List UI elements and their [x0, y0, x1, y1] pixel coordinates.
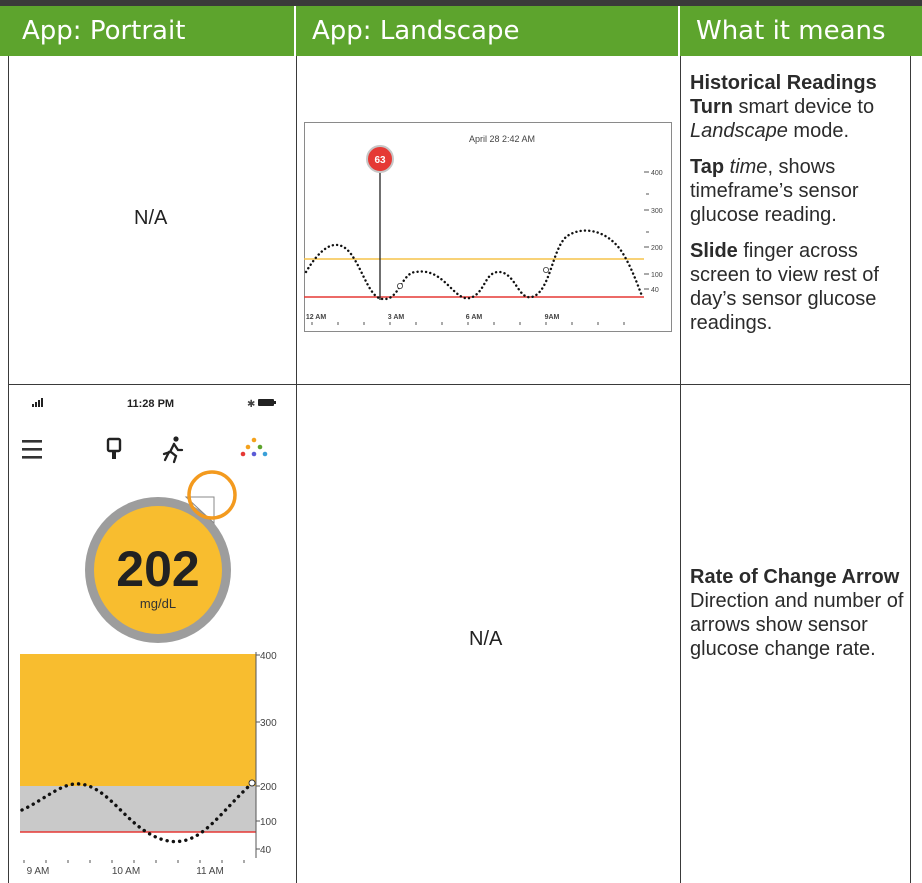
column-border	[680, 56, 681, 883]
y-tick-label: 400	[260, 651, 277, 662]
historical-readings-title: Historical Readings	[690, 72, 877, 94]
chart-date-label: April 28 2:42 AM	[469, 134, 535, 144]
activity-icon[interactable]	[162, 436, 184, 464]
x-tick-label: 11 AM	[196, 866, 224, 877]
header-meaning: What it means	[680, 6, 922, 56]
row-border	[8, 384, 911, 385]
portrait-phone-screen: 11:28 PM ✱ 202 mg/dL 40030020010040 9 AM…	[20, 398, 277, 877]
landscape-na-label: N/A	[469, 628, 503, 650]
y-tick-label: 300	[260, 718, 277, 729]
landscape-keyword: Landscape	[690, 120, 788, 142]
trace-point	[248, 779, 256, 787]
header-landscape: App: Landscape	[296, 6, 678, 56]
status-time: 11:28 PM	[127, 398, 174, 410]
header-portrait: App: Portrait	[0, 6, 294, 56]
turn-keyword: Turn	[690, 96, 733, 118]
turn-text-end: mode.	[787, 120, 850, 142]
column-border	[8, 56, 9, 883]
rate-of-change-description: Rate of Change Arrow Direction and numbe…	[690, 565, 905, 661]
y-tick-label: 300	[651, 208, 663, 215]
svg-text:✱: ✱	[247, 399, 255, 410]
column-border	[296, 56, 297, 883]
chart-frame	[304, 122, 672, 332]
y-tick-label: 200	[651, 245, 663, 252]
glucose-value: 202	[116, 541, 199, 597]
x-tick-label: 12 AM	[306, 314, 327, 321]
rate-of-change-text: Direction and number of arrows show sens…	[690, 590, 904, 660]
y-tick-label: 400	[651, 170, 663, 177]
slide-keyword: Slide	[690, 240, 738, 262]
historical-readings-description: Historical Readings Turn smart device to …	[690, 71, 908, 347]
y-tick-label: 200	[260, 782, 277, 793]
signal-icon	[32, 398, 43, 407]
tap-keyword: Tap	[690, 156, 725, 178]
trace-point	[397, 282, 404, 289]
more-options-icon[interactable]	[240, 437, 268, 457]
portrait-na-label: N/A	[134, 207, 168, 229]
sensor-icon[interactable]	[106, 437, 122, 459]
time-keyword: time	[729, 156, 768, 178]
menu-icon[interactable]	[22, 440, 42, 459]
x-tick-label: 6 AM	[466, 314, 483, 321]
y-tick-label: 100	[260, 817, 277, 828]
bluetooth-battery-icon: ✱	[247, 399, 276, 410]
x-tick-label: 9 AM	[27, 866, 50, 877]
reference-table: App: Portrait App: Landscape What it mea…	[0, 0, 922, 883]
turn-text: smart device to	[732, 96, 875, 118]
glucose-unit: mg/dL	[140, 596, 176, 611]
landscape-history-chart: April 28 2:42 AM 63 400 300 200 100 40 12 AM…	[304, 122, 672, 332]
target-range-band	[20, 786, 256, 832]
x-tick-label: 10 AM	[112, 866, 140, 877]
x-axis: 9 AM 10 AM 11 AM	[23, 860, 245, 877]
y-tick-label: 40	[260, 845, 272, 856]
trace-point	[542, 266, 549, 273]
y-tick-label: 100	[651, 272, 663, 279]
y-tick-label: 40	[651, 287, 659, 294]
column-border	[910, 56, 911, 883]
high-range-band	[20, 654, 256, 786]
y-axis: 400 300 200 100 40	[256, 651, 277, 856]
x-tick-label: 3 AM	[388, 314, 405, 321]
x-tick-label: 9AM	[545, 314, 560, 321]
reading-marker-value: 63	[374, 155, 386, 166]
rate-of-change-title: Rate of Change Arrow	[690, 566, 900, 588]
